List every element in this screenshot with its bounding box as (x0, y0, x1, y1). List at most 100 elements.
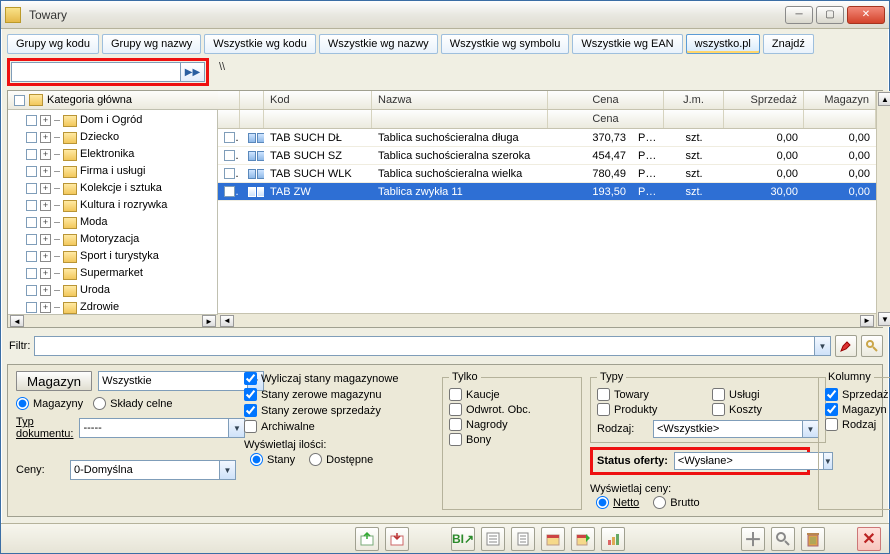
expand-icon[interactable]: + (40, 302, 51, 313)
magazyn-combo[interactable] (98, 371, 248, 391)
tree-node[interactable]: +Dziecko (8, 129, 217, 146)
tree-checkbox[interactable] (26, 251, 37, 262)
odwrot-obc-checkbox[interactable]: Odwrot. Obc. (449, 402, 575, 417)
netto-radio[interactable]: Netto (596, 495, 639, 510)
typ-dokumentu-combo[interactable] (79, 418, 229, 438)
rodzaj-combo[interactable] (653, 420, 803, 438)
scroll-left-icon[interactable]: ◄ (220, 315, 234, 327)
expand-icon[interactable]: + (40, 149, 51, 160)
magazyny-radio[interactable]: Magazyny (16, 396, 83, 411)
chart-button[interactable] (601, 527, 625, 551)
col-magazyn[interactable]: Magazyn (804, 91, 876, 109)
tab-wszystkie-wg-nazwy[interactable]: Wszystkie wg nazwy (319, 34, 438, 54)
magazyn-button[interactable]: Magazyn (16, 371, 92, 391)
kaucje-checkbox[interactable]: Kaucje (449, 387, 575, 402)
tree-node[interactable]: +Supermarket (8, 265, 217, 282)
bi-button[interactable]: BI↗ (451, 527, 475, 551)
expand-icon[interactable]: + (40, 115, 51, 126)
chevron-down-icon[interactable]: ▼ (815, 336, 831, 356)
tab-grupy-wg-nazwy[interactable]: Grupy wg nazwy (102, 34, 201, 54)
koszty-checkbox[interactable]: Koszty (712, 402, 819, 417)
expand-icon[interactable]: + (40, 251, 51, 262)
table-row[interactable]: TAB SUCH SZTablica suchościeralna szerok… (218, 147, 876, 165)
kol-rodzaj-checkbox[interactable]: Rodzaj (825, 417, 890, 432)
tree-node[interactable]: +Motoryzacja (8, 231, 217, 248)
expand-icon[interactable]: + (40, 200, 51, 211)
tree-checkbox[interactable] (26, 200, 37, 211)
bony-checkbox[interactable]: Bony (449, 432, 575, 447)
tree-node[interactable]: +Dom i Ogród (8, 112, 217, 129)
tree-node[interactable]: +Moda (8, 214, 217, 231)
tab-grupy-wg-kodu[interactable]: Grupy wg kodu (7, 34, 99, 54)
kol-sprzedaz-checkbox[interactable]: Sprzedaż (825, 387, 890, 402)
table-row[interactable]: TAB SUCH WLKTablica suchościeralna wielk… (218, 165, 876, 183)
grid-vertical-scrollbar[interactable]: ▲ ▼ (876, 91, 890, 327)
uslugi-checkbox[interactable]: Usługi (712, 387, 819, 402)
kol-magazyn-checkbox[interactable]: Magazyn (825, 402, 890, 417)
tree-node[interactable]: +Sport i turystyka (8, 248, 217, 265)
expand-icon[interactable]: + (40, 234, 51, 245)
list-button[interactable] (481, 527, 505, 551)
expand-icon[interactable]: + (40, 183, 51, 194)
col-nazwa[interactable]: Nazwa (372, 91, 548, 109)
sklady-celne-radio[interactable]: Składy celne (93, 396, 172, 411)
scroll-up-icon[interactable]: ▲ (878, 92, 890, 106)
search-button[interactable] (771, 527, 795, 551)
row-checkbox[interactable] (224, 132, 235, 143)
col-jm[interactable]: J.m. (664, 91, 724, 109)
category-tree[interactable]: +Dom i Ogród+Dziecko+Elektronika+Firma i… (8, 110, 218, 314)
tree-node[interactable]: +Firma i usługi (8, 163, 217, 180)
tree-checkbox[interactable] (26, 285, 37, 296)
maximize-button[interactable]: ▢ (816, 6, 844, 24)
tab-znajd-[interactable]: Znajdź (763, 34, 814, 54)
tree-node[interactable]: +Kolekcje i sztuka (8, 180, 217, 197)
row-checkbox[interactable] (224, 168, 235, 179)
scroll-right-icon[interactable]: ► (860, 315, 874, 327)
tree-checkbox[interactable] (26, 268, 37, 279)
col-cena[interactable]: Cena (548, 110, 664, 128)
expand-icon[interactable]: + (40, 268, 51, 279)
table-row[interactable]: TAB ZWTablica zwykła 11193,50PLNszt.30,0… (218, 183, 876, 201)
expand-icon[interactable]: + (40, 166, 51, 177)
brutto-radio[interactable]: Brutto (653, 495, 699, 510)
filter-build-button[interactable] (861, 335, 883, 357)
status-oferty-combo[interactable] (674, 452, 824, 470)
stany-zerowe-magazynu-checkbox[interactable]: Stany zerowe magazynu (244, 387, 434, 402)
row-checkbox[interactable] (224, 150, 235, 161)
tab-wszystko-pl[interactable]: wszystko.pl (686, 34, 760, 54)
search-input[interactable] (11, 62, 181, 82)
tree-node[interactable]: +Uroda (8, 282, 217, 299)
calendar-button[interactable] (541, 527, 565, 551)
filter-input[interactable] (34, 336, 815, 356)
doc-button[interactable] (511, 527, 535, 551)
tree-checkbox[interactable] (26, 166, 37, 177)
calendar-send-button[interactable] (571, 527, 595, 551)
nagrody-checkbox[interactable]: Nagrody (449, 417, 575, 432)
expand-icon[interactable]: + (40, 285, 51, 296)
wyliczaj-stany-checkbox[interactable]: Wyliczaj stany magazynowe (244, 371, 434, 386)
tree-checkbox[interactable] (26, 115, 37, 126)
col-sprzedaz[interactable]: Sprzedaż (724, 91, 804, 109)
close-list-button[interactable]: ✕ (857, 527, 881, 551)
scroll-left-icon[interactable]: ◄ (10, 315, 24, 327)
scroll-right-icon[interactable]: ► (202, 315, 216, 327)
add-button[interactable]: ＋ (741, 527, 765, 551)
close-button[interactable]: ✕ (847, 6, 885, 24)
tab-wszystkie-wg-ean[interactable]: Wszystkie wg EAN (572, 34, 682, 54)
tree-checkbox[interactable] (26, 132, 37, 143)
chevron-down-icon[interactable]: ▼ (220, 460, 236, 480)
row-checkbox[interactable] (224, 186, 235, 197)
produkty-checkbox[interactable]: Produkty (597, 402, 704, 417)
towary-checkbox[interactable]: Towary (597, 387, 704, 402)
tree-checkbox[interactable] (26, 234, 37, 245)
expand-icon[interactable]: + (40, 217, 51, 228)
expand-icon[interactable]: + (40, 132, 51, 143)
col-cena-group[interactable]: Cena (548, 91, 664, 109)
archiwalne-checkbox[interactable]: Archiwalne (244, 419, 434, 434)
tab-wszystkie-wg-symbolu[interactable]: Wszystkie wg symbolu (441, 34, 570, 54)
import-button[interactable] (385, 527, 409, 551)
tree-checkbox[interactable] (26, 183, 37, 194)
tree-node[interactable]: +Kultura i rozrywka (8, 197, 217, 214)
grid-horizontal-scrollbar[interactable]: ◄ ► (218, 313, 876, 327)
filter-edit-button[interactable] (835, 335, 857, 357)
